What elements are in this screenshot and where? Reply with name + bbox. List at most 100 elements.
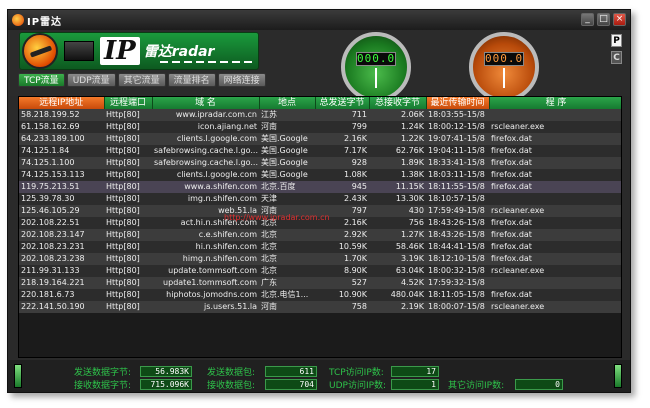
cell-domain: hiphotos.jomodns.com xyxy=(152,289,259,301)
cell-remote-ip: 74.125.1.100 xyxy=(19,157,104,169)
cell-sent: 945 xyxy=(315,181,369,193)
cell-program: firefox.dat xyxy=(489,217,621,229)
table-header: 远程IP地址 远程端口 域 名 地点 总发送字节 总接收字节 最近传输时间 程 … xyxy=(19,97,621,109)
app-logo: IP 雷达radar xyxy=(19,32,259,70)
cell-domain: icon.ajiang.net xyxy=(152,121,259,133)
cell-remote-ip: 119.75.213.51 xyxy=(19,181,104,193)
table-row[interactable]: 119.75.213.51 Http[80] www.a.shifen.com 北京.… xyxy=(19,181,621,193)
cell-remote-port: Http[80] xyxy=(104,217,152,229)
recv-bytes-label: 接收数据字节: xyxy=(74,381,132,391)
table-row[interactable]: 211.99.31.133 Http[80] update.tommsoft.com… xyxy=(19,265,621,277)
cell-received: 756 xyxy=(369,217,426,229)
cell-domain: update.tommsoft.com xyxy=(152,265,259,277)
cell-domain: c.e.shifen.com xyxy=(152,229,259,241)
table-row[interactable]: 64.233.189.100 Http[80] clients.l.google.c… xyxy=(19,133,621,145)
tab-ranking[interactable]: 流量排名 xyxy=(167,73,216,87)
cell-sent: 7.17K xyxy=(315,145,369,157)
pin-button[interactable]: P xyxy=(611,34,622,47)
cell-location: 美国.Google xyxy=(259,157,315,169)
cell-remote-ip: 125.46.105.29 xyxy=(19,205,104,217)
cell-sent: 8.90K xyxy=(315,265,369,277)
cell-remote-ip: 222.141.50.190 xyxy=(19,301,104,313)
logo-dash xyxy=(160,61,252,63)
cell-remote-ip: 202.108.22.51 xyxy=(19,217,104,229)
cell-program: firefox.dat xyxy=(489,169,621,181)
status-bar: 发送数据字节: 56.983K 接收数据字节: 715.096K 发送数据包: … xyxy=(8,360,630,392)
cell-received: 58.46K xyxy=(369,241,426,253)
col-remote-port[interactable]: 远程端口 xyxy=(104,97,153,109)
cell-sent: 2.92K xyxy=(315,229,369,241)
table-row[interactable]: 202.108.23.238 Http[80] himg.n.shifen.com 北… xyxy=(19,253,621,265)
cell-remote-ip: 220.181.6.73 xyxy=(19,289,104,301)
download-gauge-needle xyxy=(503,68,505,88)
tab-udp[interactable]: UDP流量 xyxy=(66,73,116,87)
cell-remote-port: Http[80] xyxy=(104,109,152,121)
table-row[interactable]: 202.108.23.231 Http[80] hi.n.shifen.com 北京 1… xyxy=(19,241,621,253)
upload-gauge-value: 000.0 xyxy=(356,52,396,66)
tab-tcp[interactable]: TCP流量 xyxy=(18,73,65,87)
col-last-time[interactable]: 最近传输时间 xyxy=(426,97,490,109)
cell-received: 1.27K xyxy=(369,229,426,241)
cell-last-time: 19:07:41-15/8 xyxy=(426,133,489,145)
cell-last-time: 18:00:32-15/8 xyxy=(426,265,489,277)
download-gauge-dial xyxy=(469,32,539,102)
cell-location: 河南 xyxy=(259,121,315,133)
cell-received: 4.52K xyxy=(369,277,426,289)
col-program[interactable]: 程 序 xyxy=(489,97,621,109)
table-row[interactable]: 61.158.162.69 Http[80] icon.ajiang.net 河南 79… xyxy=(19,121,621,133)
cell-last-time: 18:11:05-15/8 xyxy=(426,289,489,301)
cell-sent: 758 xyxy=(315,301,369,313)
cell-sent: 2.43K xyxy=(315,193,369,205)
table-row[interactable]: 202.108.23.147 Http[80] c.e.shifen.com 北京 2.… xyxy=(19,229,621,241)
upload-gauge: 000.0 xyxy=(341,30,411,102)
cell-domain: www.ipradar.com.cn xyxy=(152,109,259,121)
table-row[interactable]: 125.39.78.30 Http[80] img.n.shifen.com 天津 2.… xyxy=(19,193,621,205)
cell-program xyxy=(489,277,621,289)
table-row[interactable]: 58.218.199.52 Http[80] www.ipradar.com.cn 江… xyxy=(19,109,621,121)
logo-bar xyxy=(64,41,94,61)
cell-location: 江苏 xyxy=(259,109,315,121)
tab-other[interactable]: 其它流量 xyxy=(117,73,166,87)
table-row[interactable]: 218.19.164.221 Http[80] update1.tommsoft.c… xyxy=(19,277,621,289)
title-bar[interactable]: IP雷达 _ □ × xyxy=(8,10,630,30)
cell-last-time: 18:03:55-15/8 xyxy=(426,109,489,121)
col-received[interactable]: 总接收字节 xyxy=(369,97,427,109)
minimize-button[interactable]: _ xyxy=(581,13,594,26)
cell-last-time: 19:04:11-15/8 xyxy=(426,145,489,157)
table-row[interactable]: 74.125.153.113 Http[80] clients.l.google.c… xyxy=(19,169,621,181)
connection-table[interactable]: 远程IP地址 远程端口 域 名 地点 总发送字节 总接收字节 最近传输时间 程 … xyxy=(18,96,622,358)
recv-packets-label: 接收数据包: xyxy=(207,381,256,391)
tab-connections[interactable]: 网络连接 xyxy=(217,73,266,87)
cell-remote-port: Http[80] xyxy=(104,181,152,193)
cell-domain: web.51.la xyxy=(152,205,259,217)
table-row[interactable]: 74.125.1.100 Http[80] safebrowsing.cache.l… xyxy=(19,157,621,169)
col-remote-ip[interactable]: 远程IP地址 xyxy=(19,97,105,109)
close-button[interactable]: × xyxy=(613,13,626,26)
udp-ip-value: 1 xyxy=(391,379,439,390)
cell-program: rscleaner.exe xyxy=(489,205,621,217)
cell-remote-port: Http[80] xyxy=(104,265,152,277)
cell-program: rscleaner.exe xyxy=(489,265,621,277)
table-row[interactable]: 125.46.105.29 Http[80] web.51.la 河南 797 430 17… xyxy=(19,205,621,217)
cell-domain: img.n.shifen.com xyxy=(152,193,259,205)
app-window: IP雷达 _ □ × IP 雷达radar 000.0 000.0 P C TC… xyxy=(7,9,631,393)
cell-program: rscleaner.exe xyxy=(489,121,621,133)
cell-received: 11.15K xyxy=(369,181,426,193)
maximize-button[interactable]: □ xyxy=(597,13,610,26)
col-sent[interactable]: 总发送字节 xyxy=(315,97,370,109)
col-location[interactable]: 地点 xyxy=(259,97,316,109)
cell-remote-ip: 202.108.23.147 xyxy=(19,229,104,241)
col-domain[interactable]: 域 名 xyxy=(152,97,260,109)
cell-last-time: 17:59:32-15/8 xyxy=(426,277,489,289)
table-row[interactable]: 74.125.1.84 Http[80] safebrowsing.cache.l.… xyxy=(19,145,621,157)
cell-domain: hi.n.shifen.com xyxy=(152,241,259,253)
cell-last-time: 18:44:41-15/8 xyxy=(426,241,489,253)
cell-remote-port: Http[80] xyxy=(104,241,152,253)
cell-program: firefox.dat xyxy=(489,145,621,157)
cell-remote-port: Http[80] xyxy=(104,277,152,289)
table-row[interactable]: 222.141.50.190 Http[80] js.users.51.la 河南 75… xyxy=(19,301,621,313)
config-button[interactable]: C xyxy=(611,51,622,64)
table-row[interactable]: 220.181.6.73 Http[80] hiphotos.jomodns.com… xyxy=(19,289,621,301)
cell-domain: www.a.shifen.com xyxy=(152,181,259,193)
table-row[interactable]: 202.108.22.51 Http[80] act.hi.n.shifen.com… xyxy=(19,217,621,229)
